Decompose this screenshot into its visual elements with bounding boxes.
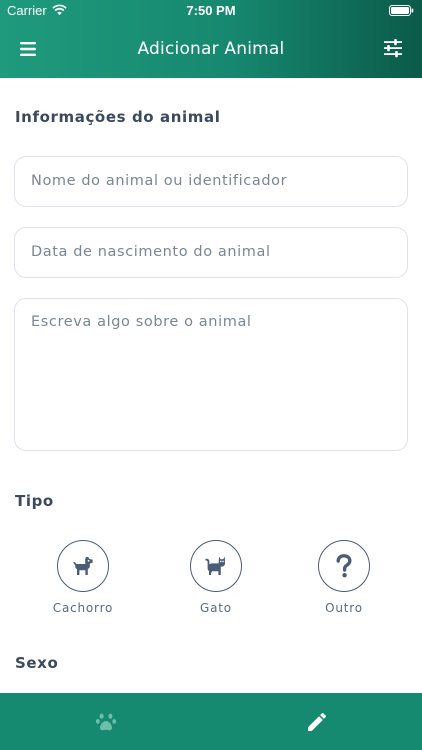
description-placeholder: Escreva algo sobre o animal (31, 314, 252, 330)
dog-icon (73, 557, 93, 575)
section-title-info: Informações do animal (15, 108, 221, 126)
type-option-dog[interactable]: Cachorro (33, 540, 133, 615)
question-circle (318, 540, 370, 592)
birth-date-placeholder: Data de nascimento do animal (31, 244, 271, 260)
page-title: Adicionar Animal (137, 39, 285, 59)
section-title-sex: Sexo (15, 654, 59, 672)
description-textarea[interactable]: Escreva algo sobre o animal (14, 298, 408, 451)
type-option-cat[interactable]: Gato (166, 540, 266, 615)
tab-add-animal[interactable] (211, 693, 422, 750)
animal-name-placeholder: Nome do animal ou identificador (31, 173, 288, 189)
question-icon (336, 554, 352, 578)
status-bar: Carrier 7:50 PM (0, 0, 422, 22)
tab-animals[interactable] (0, 693, 211, 750)
cat-icon (205, 556, 225, 575)
battery-icon (389, 5, 414, 16)
type-label-dog: Cachorro (52, 601, 114, 615)
pencil-icon (307, 712, 326, 731)
sliders-icon[interactable] (382, 37, 404, 59)
type-label-cat: Gato (200, 601, 232, 615)
nav-bar: Adicionar Animal (0, 22, 422, 78)
paw-icon (95, 713, 116, 730)
section-title-type: Tipo (15, 492, 54, 510)
cat-circle (190, 540, 242, 592)
birth-date-input[interactable]: Data de nascimento do animal (14, 227, 408, 278)
type-label-other: Outro (325, 601, 363, 615)
tab-bar (0, 693, 422, 750)
dog-circle (57, 540, 109, 592)
app-header: Carrier 7:50 PM Adicionar Animal (0, 0, 422, 78)
type-option-other[interactable]: Outro (294, 540, 394, 615)
animal-name-input[interactable]: Nome do animal ou identificador (14, 156, 408, 207)
status-time: 7:50 PM (186, 3, 236, 18)
